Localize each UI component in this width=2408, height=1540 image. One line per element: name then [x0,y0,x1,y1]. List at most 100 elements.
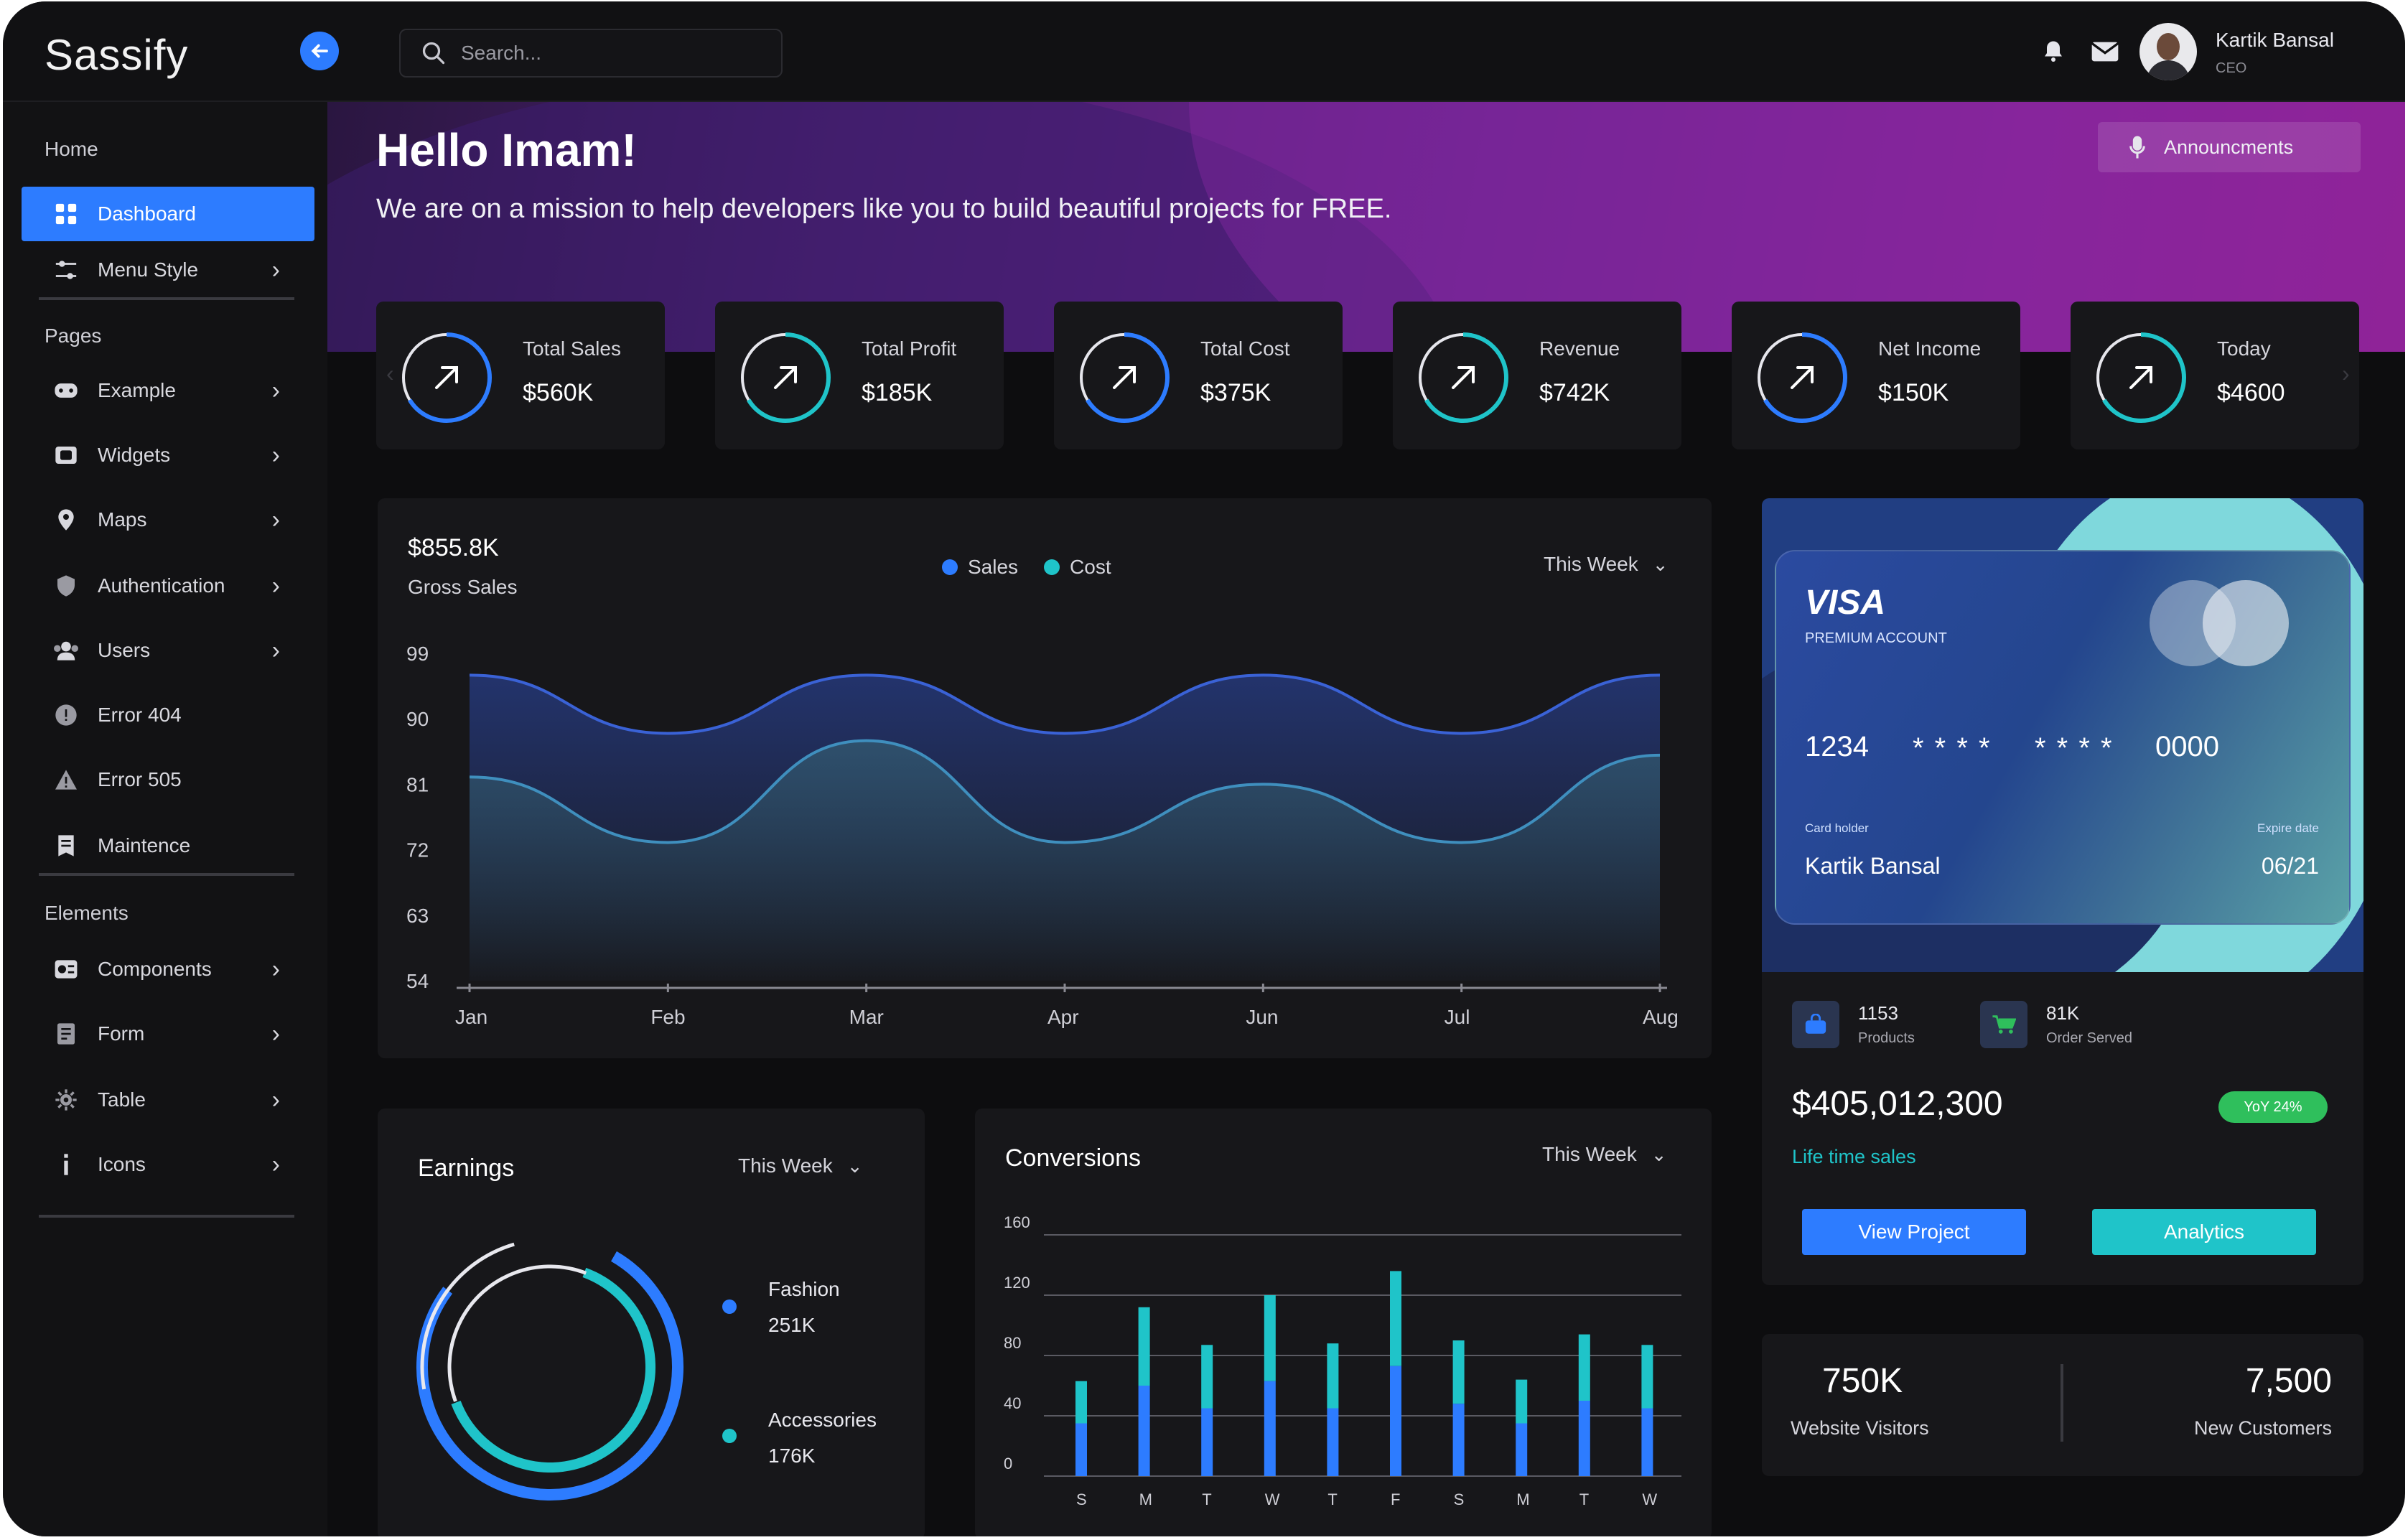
sidebar-item-widgets[interactable]: Widgets › [22,428,314,482]
sidebar-item-error-505[interactable]: Error 505 [22,752,314,807]
y-tick-label: 80 [1004,1334,1021,1352]
card-background: VISA PREMIUM ACCOUNT 1234 * * * * * * * … [1762,498,2363,972]
visa-card[interactable]: VISA PREMIUM ACCOUNT 1234 * * * * * * * … [1775,550,2351,925]
sidebar-item-dashboard[interactable]: Dashboard [22,187,314,241]
sidebar-item-maintence[interactable]: Maintence [22,818,314,873]
sidebar-item-table[interactable]: Table › [22,1073,314,1127]
stat-card[interactable]: Today $4600 [2071,302,2359,449]
sidebar-item-error-404[interactable]: Error 404 [22,688,314,742]
orders-label: Order Served [2046,1030,2133,1046]
card-number-group: * * * * [1913,732,1992,764]
stat-card[interactable]: Total Sales $560K [376,302,665,449]
sidebar-item-form[interactable]: Form › [22,1007,314,1061]
announcements-button[interactable]: Announcments [2098,122,2361,172]
sidebar-item-users[interactable]: Users › [22,623,314,678]
bar-segment-teal [1390,1271,1401,1366]
x-tick-label: M [1516,1490,1529,1508]
sidebar-item-maps[interactable]: Maps › [22,493,314,547]
mail-icon[interactable] [2091,40,2119,63]
y-tick-label: 63 [406,905,429,927]
stat-card[interactable]: Net Income $150K [1732,302,2020,449]
chevron-right-icon: › [271,256,280,284]
trend-up-icon [401,332,492,423]
chevron-right-icon: › [271,441,280,469]
sidebar-item-components[interactable]: Components › [22,942,314,997]
stat-card[interactable]: Revenue $742K [1393,302,1681,449]
search-box [399,29,783,78]
stat-card[interactable]: Total Profit $185K [715,302,1004,449]
chevron-right-icon: › [271,1150,280,1178]
x-tick-label: Mar [849,1006,884,1028]
search-input[interactable] [459,37,764,69]
sidebar-item-example[interactable]: Example › [22,363,314,418]
dashboard-window: Sassify Kartik Bansal CEO Home Dashboard… [3,1,2405,1536]
users-icon [52,636,80,665]
map-pin-icon [52,505,80,534]
bar-segment-blue [1264,1381,1276,1476]
stats-prev-arrow[interactable]: ‹ [386,360,394,387]
sidebar-item-icons[interactable]: Icons › [22,1137,314,1192]
bar-segment-teal [1452,1340,1465,1404]
x-tick-label: Jan [455,1006,487,1028]
x-tick-label: T [1327,1490,1337,1508]
bag-icon [1792,1001,1839,1048]
bell-icon[interactable] [2040,37,2066,65]
stats-next-arrow[interactable]: › [2342,360,2350,387]
accessories-dot [722,1429,737,1443]
y-tick-label: 0 [1004,1455,1012,1473]
card-holder-caption: Card holder [1805,821,1869,835]
analytics-button[interactable]: Analytics [2092,1209,2316,1255]
greeting-subtitle: We are on a mission to help developers l… [376,194,1392,224]
bar-segment-teal [1201,1345,1213,1409]
chevron-right-icon: › [271,571,280,599]
avatar[interactable] [2139,23,2197,80]
x-tick-label: Jul [1445,1006,1470,1028]
fashion-label: Fashion [768,1278,840,1300]
bar-segment-blue [1452,1404,1465,1476]
earnings-period-select[interactable]: This Week ⌄ [738,1154,863,1177]
earnings-title: Earnings [418,1154,515,1182]
lifetime-sales-label: Life time sales [1792,1146,1916,1167]
stat-label: Total Sales [523,337,621,360]
form-icon [52,1019,80,1048]
bar-segment-teal [1138,1307,1150,1386]
error-icon [52,701,80,729]
sidebar-item-menu-style[interactable]: Menu Style › [22,243,314,297]
sidebar-item-authentication[interactable]: Authentication › [22,559,314,613]
chevron-right-icon: › [271,505,280,533]
greeting-title: Hello Imam! [376,124,637,176]
user-name[interactable]: Kartik Bansal [2216,29,2334,52]
sidebar-item-label: Dashboard [98,202,196,225]
sidebar-item-label: Menu Style [98,258,199,281]
bar-segment-teal [1075,1381,1087,1424]
cart-icon [1980,1001,2027,1048]
bar-segment-blue [1516,1423,1528,1476]
stat-label: Total Profit [862,337,957,360]
orders-value: 81K [2046,1002,2080,1024]
card-holder-name: Kartik Bansal [1805,853,1941,879]
app-logo[interactable]: Sassify [45,30,188,80]
earnings-panel: Earnings This Week ⌄ Fashion 251K Access… [378,1109,925,1536]
stat-value: $742K [1539,379,1610,406]
shield-icon [52,571,80,600]
y-tick-label: 90 [406,708,429,730]
collapse-sidebar-button[interactable] [300,32,339,70]
bar-segment-blue [1578,1401,1590,1476]
gamepad-icon [52,376,80,405]
card-expire-caption: Expire date [2257,821,2319,835]
stat-card[interactable]: Total Cost $375K [1054,302,1343,449]
y-tick-label: 160 [1004,1213,1030,1231]
card-number-group: 0000 [2155,731,2219,762]
conversions-bar-chart: 160 120 80 40 0 S M T W T F S M T W [1004,1213,1681,1508]
trend-up-icon [1757,332,1847,423]
yoy-badge: YoY 24% [2218,1091,2328,1123]
view-project-button[interactable]: View Project [1802,1209,2026,1255]
y-tick-label: 81 [406,773,429,795]
x-tick-label: Aug [1643,1006,1679,1028]
x-tick-label: T [1579,1490,1589,1508]
x-tick-label: T [1202,1490,1211,1508]
fashion-dot [722,1299,737,1314]
card-tier: PREMIUM ACCOUNT [1805,630,1947,646]
bar-segment-teal [1327,1343,1339,1409]
section-home: Home [45,138,98,160]
